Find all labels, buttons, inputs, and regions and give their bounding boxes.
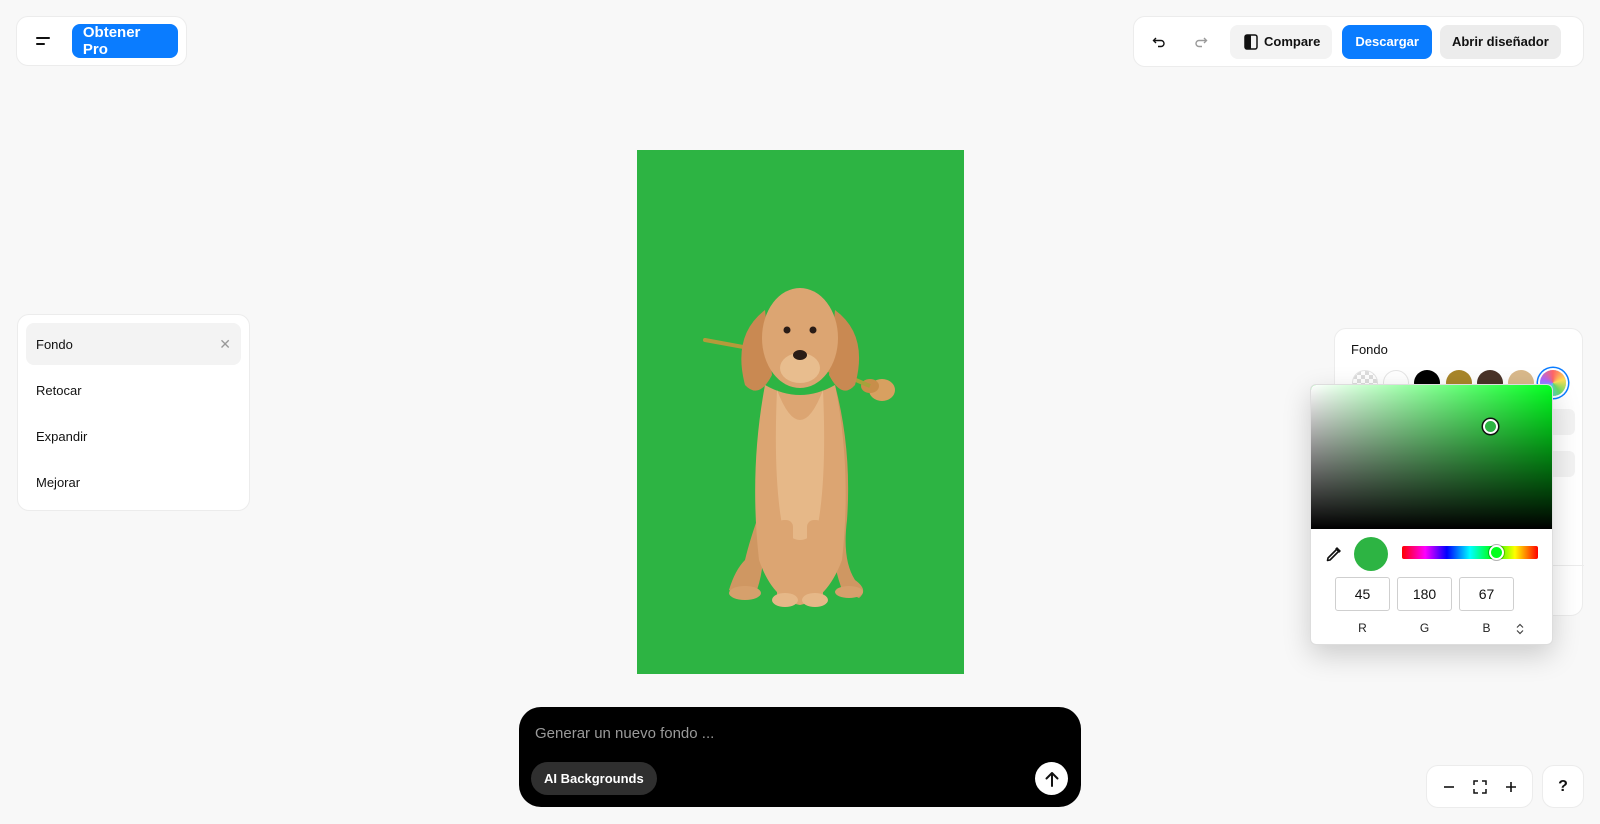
minus-icon	[1443, 785, 1454, 788]
saturation-area[interactable]	[1311, 385, 1552, 529]
blue-label: B	[1482, 621, 1491, 635]
zoom-in-button[interactable]	[1495, 770, 1526, 804]
panel-title: Fondo	[1351, 342, 1388, 357]
open-designer-button[interactable]: Abrir diseñador	[1439, 24, 1561, 59]
zoom-out-button[interactable]	[1433, 770, 1464, 804]
menu-icon	[36, 37, 51, 39]
tools-panel: Fondo ✕ Retocar Expandir Mejorar	[17, 314, 250, 511]
tool-label: Fondo	[36, 336, 73, 352]
get-pro-button[interactable]: Obtener Pro	[71, 24, 178, 58]
send-button[interactable]	[1035, 762, 1068, 795]
tool-retouch[interactable]: Retocar	[26, 369, 241, 411]
current-color-swatch	[1354, 537, 1388, 571]
red-label: R	[1358, 621, 1367, 635]
fullscreen-icon	[1472, 779, 1487, 794]
top-left-toolbar: Obtener Pro	[16, 16, 187, 66]
tool-enhance[interactable]: Mejorar	[26, 461, 241, 503]
download-button[interactable]: Descargar	[1342, 24, 1432, 59]
redo-button[interactable]	[1184, 25, 1218, 59]
redo-icon	[1195, 37, 1208, 47]
plus-icon	[1505, 781, 1516, 792]
help-button[interactable]: ?	[1542, 765, 1584, 808]
green-field[interactable]: 180	[1397, 577, 1452, 611]
blue-field[interactable]: 67	[1459, 577, 1514, 611]
tool-background[interactable]: Fondo ✕	[26, 323, 241, 365]
tool-label: Mejorar	[36, 474, 81, 490]
arrow-up-icon	[1045, 771, 1058, 787]
green-label: G	[1419, 621, 1430, 635]
tool-expand[interactable]: Expandir	[26, 415, 241, 457]
red-field[interactable]: 45	[1335, 577, 1390, 611]
prompt-bar: AI Backgrounds	[519, 707, 1081, 807]
eyedropper-button[interactable]	[1323, 543, 1345, 565]
hue-slider[interactable]	[1402, 545, 1538, 560]
zoom-controls	[1426, 765, 1533, 808]
hue-handle[interactable]	[1489, 545, 1504, 560]
eyedropper-icon	[1326, 547, 1341, 562]
prompt-input[interactable]	[535, 721, 995, 745]
tool-label: Expandir	[36, 428, 88, 444]
tool-label: Retocar	[36, 382, 82, 398]
undo-icon	[1152, 37, 1165, 47]
ai-backgrounds-button[interactable]: AI Backgrounds	[531, 762, 657, 795]
compare-button[interactable]: Compare	[1230, 24, 1333, 59]
compare-label: Compare	[1264, 34, 1321, 49]
close-icon[interactable]: ✕	[219, 336, 231, 353]
undo-button[interactable]	[1142, 25, 1176, 59]
canvas-image[interactable]	[637, 150, 964, 674]
top-right-toolbar: Compare Descargar Abrir diseñador	[1133, 16, 1584, 67]
compare-icon	[1244, 33, 1258, 50]
fit-screen-button[interactable]	[1464, 770, 1495, 804]
color-picker: 45 180 67 R G B	[1310, 384, 1553, 645]
up-down-icon[interactable]	[1516, 623, 1524, 637]
saturation-handle[interactable]	[1483, 419, 1498, 434]
menu-button[interactable]	[25, 24, 62, 58]
dog-image	[703, 288, 895, 607]
